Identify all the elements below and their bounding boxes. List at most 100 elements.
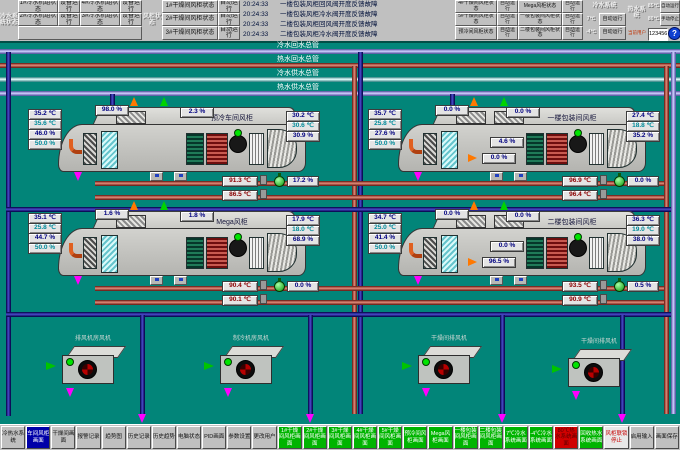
current-user-label: 当前用户 bbox=[626, 26, 648, 40]
return-damper-readout: 98.0 % bbox=[95, 105, 129, 116]
pipe-riser-center-cold bbox=[358, 52, 363, 414]
return-damper-readout: 0.0 % bbox=[435, 209, 469, 220]
dry-ahu-5-status-button[interactable]: 5#干燥间风柜状态 bbox=[455, 13, 497, 26]
pipe-cold-return-main bbox=[0, 49, 680, 54]
dry-ahu-4-status-button[interactable]: 4#干燥间风柜状态 bbox=[455, 0, 497, 13]
heating-coil-icon bbox=[546, 237, 568, 269]
nav-mega-ahu[interactable]: Mega风柜画面 bbox=[428, 426, 452, 449]
nav-drying-room-screen[interactable]: 干燥间画面 bbox=[51, 426, 75, 449]
nav-hot-cold-water-system[interactable]: 冷热水系统 bbox=[1, 426, 25, 449]
duct-elbow-icon bbox=[409, 243, 422, 258]
chiller-blank-cell bbox=[18, 26, 142, 40]
fan-run-light bbox=[66, 358, 74, 366]
current-user-input[interactable]: 123456 bbox=[648, 28, 668, 41]
save-screen-button[interactable]: 画面保存 bbox=[655, 426, 679, 449]
hot-return-temp-readout: 86.5 ℃ bbox=[222, 190, 258, 201]
mid-damper-readout: 4.6 % bbox=[490, 137, 524, 148]
nav-dry-ahu-5[interactable]: 5#干燥间风柜画面 bbox=[378, 426, 402, 449]
supply-fan-icon bbox=[569, 239, 587, 257]
nav-dry-ahu-2[interactable]: 2#干燥间风柜画面 bbox=[303, 426, 327, 449]
nav-history-log[interactable]: 历史记录 bbox=[127, 426, 151, 449]
flow-arrow-down-icon bbox=[498, 414, 506, 423]
fan-run-light bbox=[234, 129, 242, 137]
pipe-hot-return-main bbox=[0, 63, 680, 68]
mid-damper-2-readout: 96.5 % bbox=[482, 257, 516, 268]
exhaust-fan-label: 干燥间排风机 bbox=[554, 336, 644, 345]
temp-sensor-icon bbox=[600, 294, 607, 304]
return-rh-sp-readout: 50.0 % bbox=[368, 139, 402, 150]
alarm-text: 一楼包装风柜回风阀开度反馈故障 bbox=[280, 0, 378, 10]
ahu-body bbox=[58, 124, 306, 172]
chiller-3-status-button[interactable]: 3#冷水机组状态 bbox=[80, 13, 120, 26]
supply-rh-readout: 68.9 % bbox=[286, 235, 320, 246]
exhaust-fan-label: 制冷机房风机 bbox=[206, 333, 296, 342]
ahu-body bbox=[398, 228, 646, 276]
nav-hot-water-system-alarm[interactable]: 80℃热水系统画面 bbox=[554, 426, 578, 449]
intake-grille-icon bbox=[83, 237, 97, 269]
fan-run-light bbox=[422, 358, 430, 366]
nav-computer-status[interactable]: 电脑状态 bbox=[177, 426, 201, 449]
hot-supply-temp-readout: 91.3 ℃ bbox=[222, 176, 258, 187]
alarm-row: 20:24:33一楼包装风柜冷水阀开度反馈故障 bbox=[240, 10, 455, 20]
pipe-hot-supply-main bbox=[0, 91, 680, 96]
fan-housing bbox=[418, 355, 470, 384]
nav-dry-ahu-4[interactable]: 4#干燥间风柜画面 bbox=[353, 426, 377, 449]
main-label-cold-supply: 冷水供水总管 bbox=[250, 70, 346, 77]
coil-piping-group-u1: 96.9 ℃ 0.0 % 96.4 ℃ bbox=[562, 174, 662, 200]
floor2-ahu-status-button[interactable]: 二楼包装间风柜状态 bbox=[518, 26, 562, 40]
fan-run-light bbox=[574, 129, 582, 137]
nav-floor1-packing-ahu[interactable]: 一楼包装间风柜画面 bbox=[454, 426, 478, 449]
nav-alarm-log[interactable]: 报警记录 bbox=[76, 426, 100, 449]
alarm-row: 20:24:33二楼包装风柜冷水阀开度反馈故障 bbox=[240, 30, 455, 40]
ahu-body bbox=[398, 124, 646, 172]
nav-dry-ahu-3[interactable]: 3#干燥间风柜画面 bbox=[328, 426, 352, 449]
mega-ahu-status-button[interactable]: Mega风柜状态 bbox=[518, 0, 562, 13]
chiller-4-status-button[interactable]: 4#冷水机组状态 bbox=[80, 0, 120, 13]
cold-water-temp-2: -4℃ bbox=[583, 26, 599, 40]
chiller-1-status-button[interactable]: 1#冷水机组状态 bbox=[18, 0, 58, 13]
dry-ahu-3-status-button[interactable]: 3#干燥间风柜状态 bbox=[162, 26, 218, 40]
ahu-group-label: 风柜状态 bbox=[142, 0, 162, 40]
temp-sensor-icon bbox=[260, 189, 267, 199]
nav-workshop-ahu-screen-active[interactable]: 车间风柜画面 bbox=[26, 426, 50, 449]
temp-sensor-icon bbox=[260, 280, 267, 290]
alarm-time: 20:24:33 bbox=[243, 0, 277, 10]
nav-change-user[interactable]: 更改用户 bbox=[252, 426, 276, 449]
nav-pid-screen[interactable]: PID画面 bbox=[202, 426, 226, 449]
nav-history-trend[interactable]: 历史趋势 bbox=[152, 426, 176, 449]
nav-minus4c-cold-water-system[interactable]: -4℃冷水系统画面 bbox=[529, 426, 553, 449]
mid-damper-readout: 0.0 % bbox=[490, 241, 524, 252]
precool-ahu-run-state: 自动运行 bbox=[497, 26, 518, 40]
filter-panel-icon bbox=[441, 235, 458, 273]
ahu-interlock-stop-button[interactable]: 风柜联锁停止 bbox=[604, 426, 628, 449]
cold-water-run-1: 自动运行 bbox=[599, 13, 626, 26]
nav-floor2-packing-ahu[interactable]: 二楼包装间风柜画面 bbox=[479, 426, 503, 449]
nav-trend-chart[interactable]: 趋势图 bbox=[102, 426, 126, 449]
nav-precool-ahu[interactable]: 预冷间风柜画面 bbox=[403, 426, 427, 449]
nav-7c-cold-water-system[interactable]: 7℃冷水系统画面 bbox=[504, 426, 528, 449]
nav-recovery-hot-water-system[interactable]: 回收热水系统画面 bbox=[579, 426, 603, 449]
main-label-hot-return: 热水回水总管 bbox=[250, 56, 346, 63]
floor1-ahu-status-button[interactable]: 一楼包装间风柜状态 bbox=[518, 13, 562, 26]
cold-water-run-2: 自动运行 bbox=[599, 26, 626, 40]
help-button[interactable]: ? bbox=[668, 27, 680, 40]
louver-panel-icon bbox=[589, 133, 604, 165]
hot-return-temp-readout: 90.1 ℃ bbox=[222, 295, 258, 306]
nav-dry-ahu-1[interactable]: 1#干燥间风柜画面 bbox=[278, 426, 302, 449]
temp-sensor-icon bbox=[600, 280, 607, 290]
return-damper-2-readout: 0.0 % bbox=[506, 211, 540, 222]
enable-input-button[interactable]: 启用输入 bbox=[630, 426, 654, 449]
mid-damper-2-readout: 0.0 % bbox=[482, 153, 516, 164]
dry-ahu-1-status-button[interactable]: 1#干燥间风柜状态 bbox=[162, 0, 218, 13]
return-rh-sp-readout: 50.0 % bbox=[28, 139, 62, 150]
intake-grille-icon bbox=[423, 133, 437, 165]
cooling-coil-icon bbox=[526, 237, 544, 269]
drain-arrow-icon bbox=[74, 276, 82, 285]
chiller-2-status-button[interactable]: 2#冷水机组状态 bbox=[18, 13, 58, 26]
hot-water-temp-1: 85℃ bbox=[647, 0, 660, 13]
nav-parameter-settings[interactable]: 参数设置 bbox=[227, 426, 251, 449]
damper-actuator-icon bbox=[514, 276, 527, 285]
intake-grille-icon bbox=[423, 237, 437, 269]
precool-ahu-status-button[interactable]: 预冷间风柜状态 bbox=[455, 26, 497, 40]
dry-ahu-2-status-button[interactable]: 2#干燥间风柜状态 bbox=[162, 13, 218, 26]
